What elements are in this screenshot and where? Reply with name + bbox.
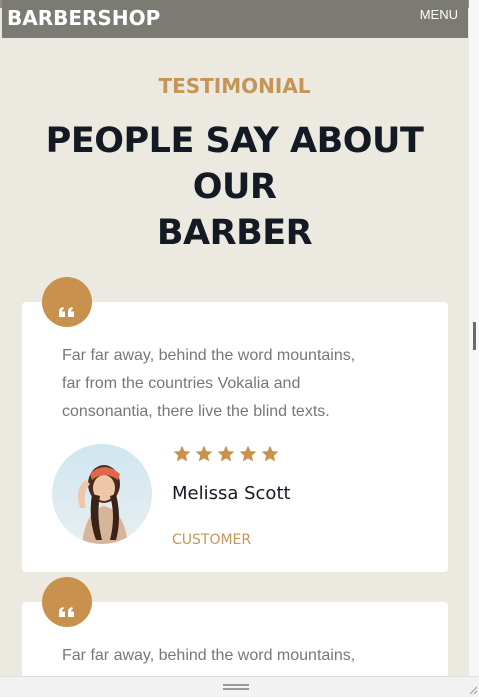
rating-stars — [172, 444, 280, 464]
section-eyebrow: TESTIMONIAL — [158, 74, 311, 98]
page-viewport: BARBERSHOP MENU TESTIMONIAL PEOPLE SAY A… — [0, 0, 469, 676]
star-icon — [195, 445, 213, 462]
heading-line-2: BARBER — [156, 213, 313, 253]
quote-icon — [59, 607, 74, 617]
author-name: Melissa Scott — [172, 483, 291, 504]
quote-line: Far far away, behind the word mountains, — [62, 647, 356, 664]
quote-line: far from the countries Vokalia and — [62, 375, 301, 392]
quote-icon — [59, 307, 74, 317]
star-icon — [173, 445, 191, 462]
author-role: CUSTOMER — [172, 532, 252, 548]
star-icon — [239, 445, 257, 462]
avatar — [52, 444, 152, 544]
navbar: BARBERSHOP MENU — [2, 0, 468, 38]
menu-button[interactable]: MENU — [420, 7, 458, 22]
quote-line: consonantia, there live the blind texts. — [62, 403, 330, 420]
section-heading: PEOPLE SAY ABOUT OUR BARBER — [20, 118, 449, 256]
testimonial-quote: Far far away, behind the word mountains,… — [62, 342, 412, 426]
quote-badge — [42, 277, 92, 327]
corner-resize-icon[interactable] — [469, 686, 477, 694]
resize-grip-icon[interactable] — [223, 684, 249, 690]
testimonial-card: Far far away, behind the word mountains,… — [22, 302, 448, 572]
star-icon — [261, 445, 279, 462]
quote-badge — [42, 577, 92, 627]
star-icon — [217, 445, 235, 462]
heading-line-1: PEOPLE SAY ABOUT OUR — [45, 121, 424, 207]
scrollbar-thumb[interactable] — [473, 322, 476, 350]
quote-line: Far far away, behind the word mountains, — [62, 347, 356, 364]
testimonial-quote: Far far away, behind the word mountains, — [62, 642, 412, 670]
brand-logo[interactable]: BARBERSHOP — [7, 6, 160, 30]
